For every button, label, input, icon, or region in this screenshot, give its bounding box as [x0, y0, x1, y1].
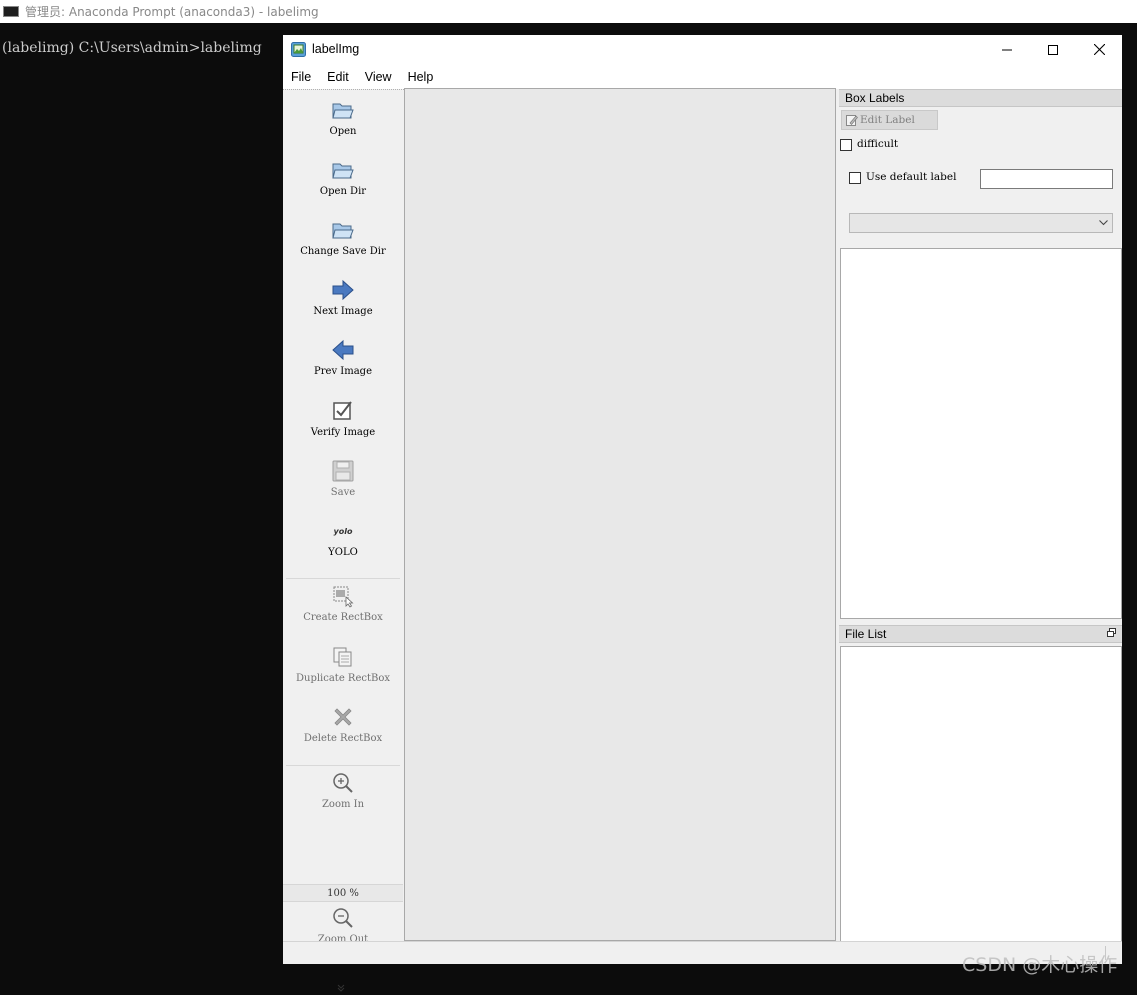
toolbar: Open Open Dir Change Save Dir Next Image	[283, 89, 404, 992]
window-title: labelImg	[312, 42, 360, 56]
image-canvas[interactable]	[404, 88, 836, 941]
verify-image-button[interactable]: Verify Image	[283, 399, 403, 438]
maximize-icon	[1048, 44, 1058, 55]
duplicate-icon	[331, 645, 355, 669]
yolo-icon: yolo	[333, 526, 353, 536]
save-button[interactable]: Save	[283, 459, 403, 498]
arrow-left-icon	[331, 338, 355, 362]
menu-view[interactable]: View	[357, 70, 400, 84]
delete-x-icon	[331, 705, 355, 729]
edit-label-text: Edit Label	[860, 114, 915, 126]
box-labels-header[interactable]: Box Labels	[839, 89, 1122, 107]
next-image-label: Next Image	[313, 306, 373, 317]
zoom-out-icon	[331, 906, 355, 930]
menu-help[interactable]: Help	[400, 70, 442, 84]
console-icon	[3, 6, 19, 17]
file-list-dock: File List	[839, 625, 1122, 942]
box-labels-dock: Box Labels Edit Label difficult Use defa…	[839, 89, 1122, 619]
delete-rectbox-label: Delete RectBox	[303, 733, 383, 744]
use-default-label-label: Use default label	[866, 171, 957, 183]
verify-image-label: Verify Image	[310, 427, 376, 438]
save-label: Save	[330, 487, 356, 498]
open-button[interactable]: Open	[283, 98, 403, 137]
change-save-dir-button[interactable]: Change Save Dir	[283, 218, 403, 257]
checkbox-checked-icon	[331, 399, 355, 423]
file-list-header[interactable]: File List	[839, 625, 1122, 643]
chevron-double-down-icon	[337, 984, 345, 992]
console-titlebar: 管理员: Anaconda Prompt (anaconda3) - label…	[0, 0, 1137, 23]
prev-image-button[interactable]: Prev Image	[283, 338, 403, 377]
window-titlebar[interactable]: labelImg	[283, 35, 1122, 64]
open-dir-label: Open Dir	[319, 186, 367, 197]
yolo-label: YOLO	[328, 547, 358, 558]
change-save-dir-label: Change Save Dir	[300, 246, 386, 257]
difficult-checkbox[interactable]	[840, 139, 852, 151]
open-dir-button[interactable]: Open Dir	[283, 158, 403, 197]
file-list[interactable]	[840, 646, 1122, 942]
menu-edit[interactable]: Edit	[319, 70, 357, 84]
menu-file[interactable]: File	[283, 70, 319, 84]
folder-open-icon	[331, 98, 355, 122]
prev-image-label: Prev Image	[314, 366, 372, 377]
toolbar-extension-button[interactable]	[337, 984, 345, 995]
minimize-button[interactable]	[984, 35, 1030, 64]
duplicate-rectbox-label: Duplicate RectBox	[295, 673, 390, 684]
zoom-in-icon	[331, 771, 355, 795]
close-button[interactable]	[1076, 35, 1122, 64]
folder-open-icon	[331, 158, 355, 182]
close-icon	[1093, 44, 1105, 55]
labelimg-window: labelImg File Edit View Help Open Open D…	[283, 35, 1122, 992]
watermark: CSDN @木心操作	[962, 954, 1118, 976]
create-rectbox-icon	[331, 584, 355, 608]
edit-pencil-icon	[846, 115, 858, 126]
console-title: 管理员: Anaconda Prompt (anaconda3) - label…	[25, 5, 319, 19]
zoom-in-label: Zoom In	[321, 799, 365, 810]
use-default-label-checkbox[interactable]	[849, 172, 861, 184]
label-list[interactable]	[840, 248, 1122, 619]
toolbar-separator	[286, 578, 400, 579]
float-dock-icon[interactable]	[1107, 627, 1116, 643]
create-rectbox-button[interactable]: Create RectBox	[283, 584, 403, 623]
label-combobox[interactable]	[849, 213, 1113, 233]
save-disk-icon	[331, 459, 355, 483]
console-prompt-line: (labelimg) C:\Users\admin>labelimg	[2, 40, 262, 56]
menubar: File Edit View Help	[283, 64, 1122, 89]
next-image-button[interactable]: Next Image	[283, 278, 403, 317]
default-label-input[interactable]	[980, 169, 1113, 189]
folder-open-icon	[331, 218, 355, 242]
yolo-format-button[interactable]: yolo YOLO	[283, 519, 403, 559]
file-list-title: File List	[845, 627, 887, 641]
delete-rectbox-button[interactable]: Delete RectBox	[283, 705, 403, 744]
chevron-down-icon	[1099, 220, 1108, 226]
zoom-out-button[interactable]: Zoom Out	[283, 906, 403, 945]
toolbar-separator	[286, 765, 400, 766]
arrow-right-icon	[331, 278, 355, 302]
duplicate-rectbox-button[interactable]: Duplicate RectBox	[283, 645, 403, 684]
open-label: Open	[329, 126, 357, 137]
labelimg-app-icon	[291, 42, 306, 57]
create-rectbox-label: Create RectBox	[303, 612, 383, 623]
zoom-value[interactable]: 100 %	[283, 884, 403, 902]
zoom-in-button[interactable]: Zoom In	[283, 771, 403, 810]
minimize-icon	[1002, 49, 1012, 50]
maximize-button[interactable]	[1030, 35, 1076, 64]
edit-label-button[interactable]: Edit Label	[841, 110, 938, 130]
difficult-label: difficult	[857, 138, 899, 150]
